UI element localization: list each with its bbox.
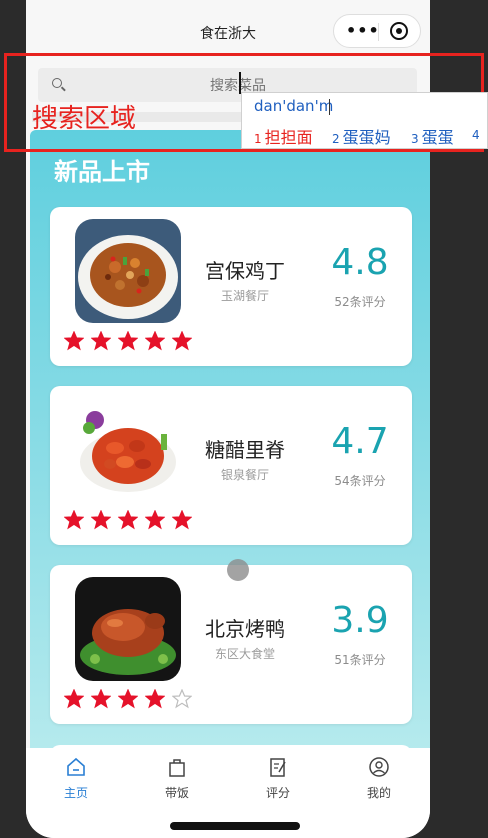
tab-label: 我的 <box>366 786 391 800</box>
ime-candidate-number: 4 <box>472 128 480 142</box>
dish-score: 4.7 <box>331 421 389 462</box>
ime-caret <box>329 99 330 115</box>
review-count: 54条评分 <box>334 474 386 488</box>
tab-mine[interactable]: 我的 <box>349 756 409 801</box>
restaurant-name: 东区大食堂 <box>214 647 275 661</box>
star-filled-icon <box>118 689 138 709</box>
dish-name: 糖醋里脊 <box>205 438 285 462</box>
restaurant-name: 银泉餐厅 <box>220 468 269 482</box>
more-icon[interactable]: ••• <box>346 21 380 41</box>
dish-score: 3.9 <box>331 600 389 641</box>
restaurant-name: 玉湖餐厅 <box>220 289 269 303</box>
new-dishes-section: 新品上市 宫保鸡丁 玉湖餐厅 4.8 52条评分 糖醋里脊 银泉餐厅 4.7 5… <box>30 130 430 770</box>
ime-candidate-word: 担担面 <box>264 128 313 147</box>
star-filled-icon <box>145 689 165 709</box>
dish-image-sweet-sour-pork <box>75 398 181 502</box>
close-target-icon[interactable] <box>390 22 408 40</box>
star-filled-icon <box>64 331 84 351</box>
ime-candidate-window: dan'dan'm 1 担担面 2 蛋蛋妈 3 蛋蛋 4 <box>241 92 488 149</box>
mini-program-capsule: ••• <box>333 14 421 48</box>
ime-candidate-word: 蛋蛋 <box>421 128 454 147</box>
star-filled-icon <box>64 510 84 530</box>
ime-candidate[interactable]: 1 担担面 <box>254 124 313 148</box>
star-empty-icon <box>172 689 192 709</box>
dish-card[interactable]: 宫保鸡丁 玉湖餐厅 4.8 52条评分 <box>50 207 412 366</box>
star-filled-icon <box>64 689 84 709</box>
dish-card[interactable]: 糖醋里脊 银泉餐厅 4.7 54条评分 <box>50 386 412 545</box>
star-filled-icon <box>172 510 192 530</box>
star-filled-icon <box>145 331 165 351</box>
ime-candidate-number: 1 <box>254 132 262 146</box>
ime-candidate[interactable]: 3 蛋蛋 <box>411 124 454 148</box>
tab-label: 主页 <box>63 786 88 800</box>
tab-takeout[interactable]: 带饭 <box>147 756 207 801</box>
ime-candidate[interactable]: 2 蛋蛋妈 <box>332 124 391 148</box>
bag-icon <box>169 759 185 777</box>
dish-name: 宫保鸡丁 <box>205 259 285 283</box>
ime-candidate-number: 2 <box>332 132 340 146</box>
star-filled-icon <box>91 689 111 709</box>
ime-candidate-word: 蛋蛋妈 <box>342 128 391 147</box>
star-filled-icon <box>118 510 138 530</box>
review-count: 52条评分 <box>334 295 386 309</box>
home-indicator <box>170 822 300 830</box>
star-filled-icon <box>91 510 111 530</box>
tab-label: 带饭 <box>164 786 189 800</box>
dish-image-kungpao <box>75 219 181 323</box>
star-filled-icon <box>118 331 138 351</box>
tab-label: 评分 <box>265 786 290 800</box>
capsule-divider <box>378 23 379 41</box>
ime-candidate[interactable]: 4 <box>472 124 483 143</box>
star-filled-icon <box>172 331 192 351</box>
section-title: 新品上市 <box>54 158 150 186</box>
ime-composition: dan'dan'm <box>254 97 334 115</box>
tab-rating[interactable]: 评分 <box>248 756 308 801</box>
dish-name: 北京烤鸭 <box>205 617 285 641</box>
review-count: 51条评分 <box>334 653 386 667</box>
star-filled-icon <box>145 510 165 530</box>
ime-candidate-number: 3 <box>411 132 419 146</box>
user-icon <box>369 757 389 777</box>
dish-image-peking-duck <box>75 577 181 681</box>
star-filled-icon <box>91 331 111 351</box>
tab-home[interactable]: 主页 <box>46 756 106 801</box>
touch-indicator <box>227 559 249 581</box>
home-icon <box>67 757 85 776</box>
edit-note-icon <box>270 758 286 777</box>
annotation-label: 搜索区域 <box>32 104 137 134</box>
dish-card[interactable]: 北京烤鸭 东区大食堂 3.9 51条评分 <box>50 565 412 724</box>
dish-score: 4.8 <box>331 242 389 283</box>
